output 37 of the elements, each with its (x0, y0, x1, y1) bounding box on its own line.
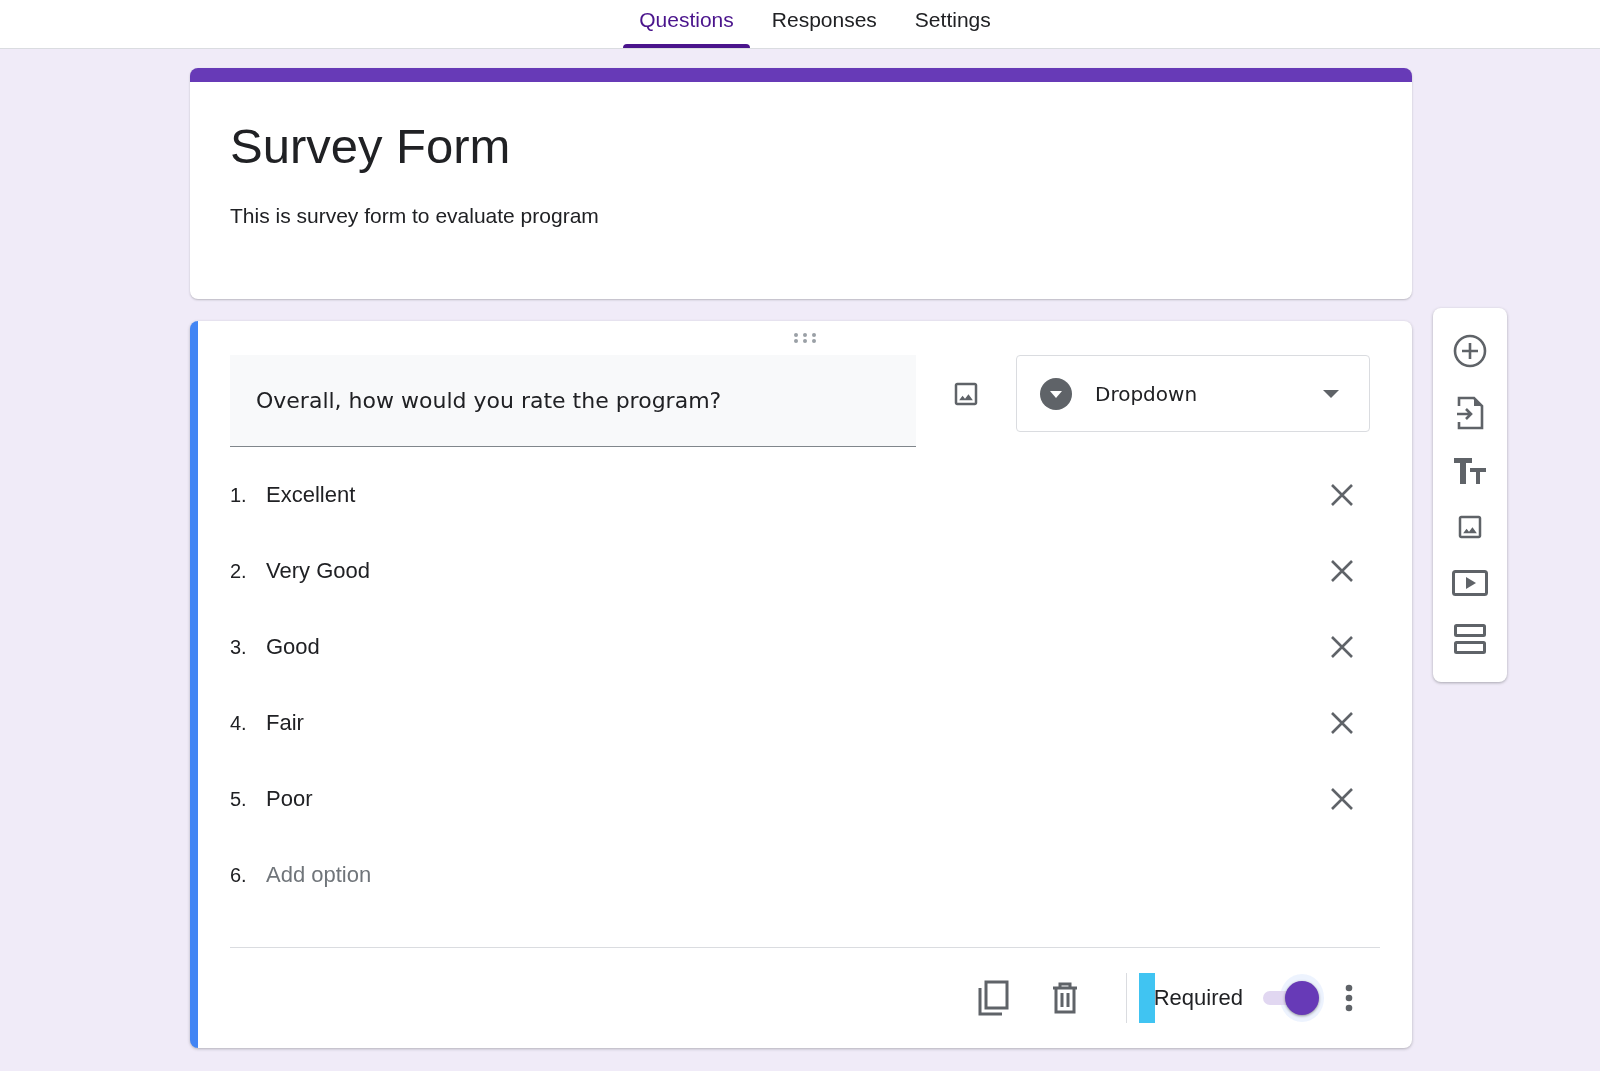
video-icon[interactable] (1452, 570, 1488, 596)
close-icon[interactable] (1331, 788, 1353, 810)
copy-icon[interactable] (976, 980, 1009, 1016)
section-icon[interactable] (1454, 624, 1486, 654)
option-number: 2. (230, 559, 248, 583)
close-icon[interactable] (1331, 712, 1353, 734)
import-file-icon[interactable] (1456, 396, 1484, 430)
tab[interactable]: Questions (623, 0, 750, 48)
form-description[interactable]: This is survey form to evaluate program (230, 204, 599, 228)
option-label[interactable]: Excellent (266, 482, 1331, 508)
required-label: Required (1153, 985, 1243, 1011)
form-title[interactable]: Survey Form (230, 116, 1372, 176)
tab[interactable]: Responses (755, 0, 893, 48)
option-label[interactable]: Very Good (266, 558, 1331, 584)
delete-icon[interactable] (1051, 982, 1078, 1014)
option-number: 3. (230, 635, 248, 659)
add-circle-icon[interactable] (1453, 334, 1487, 368)
drag-handle-icon[interactable] (793, 333, 817, 343)
tab[interactable]: Settings (898, 0, 1007, 48)
highlight-mark (1138, 973, 1155, 1023)
add-option-field[interactable]: Add option (266, 862, 372, 888)
dropdown-circle-icon (1039, 376, 1073, 411)
more-options-icon[interactable] (1345, 984, 1353, 1012)
close-icon[interactable] (1331, 484, 1353, 506)
option-number: 6. (230, 863, 248, 887)
text-size-icon[interactable] (1454, 458, 1486, 484)
option-number: 5. (230, 787, 248, 811)
option-number: 1. (230, 483, 248, 507)
close-icon[interactable] (1331, 560, 1353, 582)
option-number: 4. (230, 711, 248, 735)
caret-icon (1323, 389, 1339, 398)
question-type-dropdown[interactable]: Dropdown (1016, 355, 1370, 432)
option-label[interactable]: Fair (266, 710, 1331, 736)
question-field[interactable]: Overall, how would you rate the program? (230, 355, 916, 447)
option-label[interactable]: Poor (266, 786, 1331, 812)
close-icon[interactable] (1331, 636, 1353, 658)
option-label[interactable]: Good (266, 634, 1331, 660)
